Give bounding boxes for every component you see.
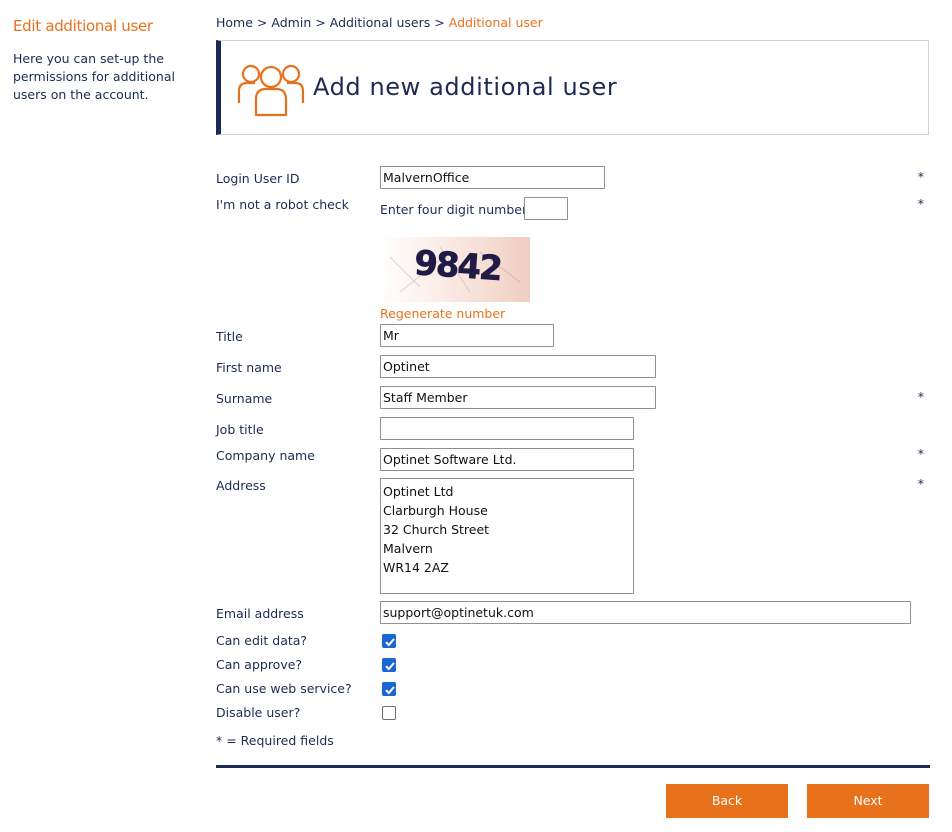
title-input[interactable]: [380, 324, 554, 347]
address-textarea[interactable]: Optinet Ltd Clarburgh House 32 Church St…: [380, 478, 634, 594]
required-marker: *: [917, 169, 924, 184]
title-label: Title: [216, 329, 243, 344]
disable-user-checkbox[interactable]: [382, 706, 396, 720]
regenerate-number-link[interactable]: Regenerate number: [380, 306, 505, 321]
can-edit-label: Can edit data?: [216, 633, 308, 648]
sidebar-description: Here you can set-up the permissions for …: [13, 51, 175, 102]
breadcrumb-separator: >: [256, 15, 268, 30]
captcha-digits: 9842: [413, 243, 502, 289]
page-title: Add new additional user: [313, 73, 618, 101]
breadcrumb-admin[interactable]: Admin: [271, 15, 311, 30]
job-title-input[interactable]: [380, 417, 634, 440]
breadcrumb-separator: >: [434, 15, 445, 30]
breadcrumb: Home > Admin > Additional users > Additional u…: [216, 15, 543, 30]
captcha-input[interactable]: [524, 197, 568, 220]
breadcrumb-separator: >: [315, 15, 326, 30]
captcha-image: 9842: [380, 237, 530, 302]
required-marker: *: [917, 196, 924, 211]
robot-check-prompt: Enter four digit number:: [380, 202, 532, 217]
company-name-label: Company name: [216, 448, 315, 463]
disable-user-label: Disable user?: [216, 705, 301, 720]
breadcrumb-additional-users[interactable]: Additional users: [330, 15, 431, 30]
next-button[interactable]: Next: [807, 784, 929, 818]
sidebar: Edit additional user Here you can set-up…: [13, 16, 188, 104]
check-icon: [385, 662, 395, 671]
can-use-web-service-label: Can use web service?: [216, 681, 352, 696]
required-marker: *: [917, 389, 924, 404]
required-marker: *: [917, 476, 924, 491]
form-divider: [216, 765, 930, 768]
can-approve-label: Can approve?: [216, 657, 303, 672]
back-button[interactable]: Back: [666, 784, 788, 818]
surname-label: Surname: [216, 391, 273, 406]
required-fields-note: * = Required fields: [216, 733, 334, 748]
company-name-input[interactable]: [380, 448, 634, 471]
can-use-web-service-checkbox[interactable]: [382, 682, 396, 696]
can-edit-checkbox[interactable]: [382, 634, 396, 648]
check-icon: [385, 686, 395, 695]
email-input[interactable]: [380, 601, 911, 624]
login-user-id-label: Login User ID: [216, 171, 300, 186]
breadcrumb-current: Additional user: [448, 15, 543, 30]
page-header: Add new additional user: [216, 40, 929, 135]
job-title-label: Job title: [216, 422, 264, 437]
email-label: Email address: [216, 606, 304, 621]
breadcrumb-home[interactable]: Home: [216, 15, 253, 30]
check-icon: [385, 638, 395, 647]
captcha-noise: 9842: [389, 243, 521, 293]
first-name-input[interactable]: [380, 355, 656, 378]
required-marker: *: [917, 446, 924, 461]
surname-input[interactable]: [380, 386, 656, 409]
sidebar-title: Edit additional user: [13, 17, 153, 35]
users-group-icon: [237, 64, 305, 117]
robot-check-label: I'm not a robot check: [216, 197, 349, 212]
address-label: Address: [216, 478, 266, 493]
login-user-id-input[interactable]: [380, 166, 605, 189]
first-name-label: First name: [216, 360, 282, 375]
can-approve-checkbox[interactable]: [382, 658, 396, 672]
